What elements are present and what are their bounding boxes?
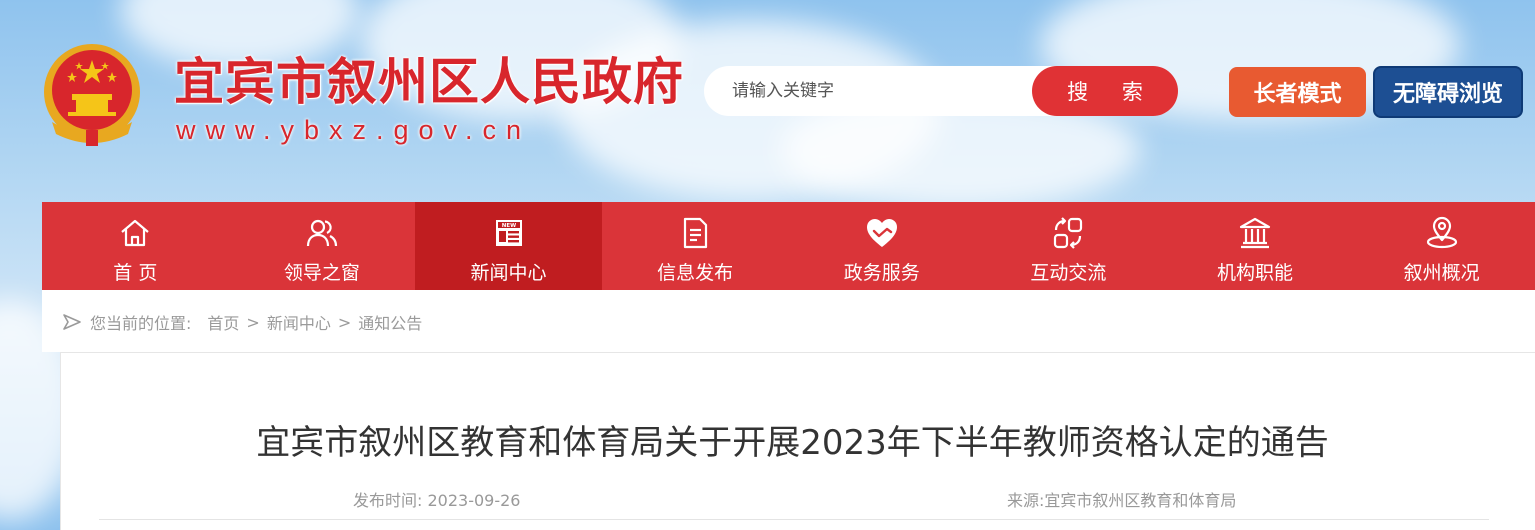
breadcrumb-bar: 您当前的位置: 首页 > 新闻中心 > 通知公告 [42, 290, 1535, 352]
breadcrumb: 您当前的位置: 首页 > 新闻中心 > 通知公告 [62, 310, 422, 334]
publish-date: 发布时间: 2023-09-26 [353, 487, 520, 511]
document-icon [684, 217, 708, 249]
nav-item-overview[interactable]: 叙州概况 [1348, 202, 1535, 290]
site-title: 宜宾市叙州区人民政府 [174, 53, 684, 111]
svg-text:NEW: NEW [501, 223, 515, 229]
breadcrumb-home[interactable]: 首页 [207, 310, 239, 334]
nav-label: 机构职能 [1217, 262, 1294, 284]
divider [99, 519, 1489, 520]
nav-label: 首 页 [113, 262, 158, 284]
nav-label: 信息发布 [657, 262, 734, 284]
article-source: 来源:宜宾市叙州区教育和体育局 [1007, 487, 1236, 511]
nav-item-info[interactable]: 信息发布 [602, 202, 789, 290]
nav-item-news[interactable]: NEW 新闻中心 [415, 202, 602, 290]
site-url: www.ybxz.gov.cn [176, 115, 532, 145]
nav-item-institutions[interactable]: 机构职能 [1162, 202, 1349, 290]
nav-item-home[interactable]: 首 页 [42, 202, 229, 290]
breadcrumb-news[interactable]: 新闻中心 [267, 310, 331, 334]
nav-label: 领导之窗 [283, 262, 360, 284]
nav-label: 新闻中心 [470, 262, 547, 284]
search-button[interactable]: 搜 索 [1032, 66, 1178, 116]
accessibility-button[interactable]: 无障碍浏览 [1373, 66, 1523, 118]
home-icon [121, 219, 150, 247]
source-value: 宜宾市叙州区教育和体育局 [1044, 491, 1237, 510]
people-icon [306, 219, 338, 247]
national-emblem-icon [42, 42, 142, 148]
heart-hands-icon [866, 219, 897, 247]
location-icon [1426, 216, 1457, 249]
search-input[interactable] [732, 78, 1022, 104]
publish-date-value: 2023-09-26 [427, 491, 521, 510]
breadcrumb-notices[interactable]: 通知公告 [358, 310, 422, 334]
nav-item-services[interactable]: 政务服务 [789, 202, 976, 290]
breadcrumb-lead: 您当前的位置: [90, 314, 192, 333]
publish-label: 发布时间: [353, 491, 423, 510]
breadcrumb-separator: > [246, 312, 260, 332]
search-box: 搜 索 [704, 66, 1178, 116]
article-panel: 宜宾市叙州区教育和体育局关于开展2023年下半年教师资格认定的通告 发布时间: … [60, 352, 1535, 530]
breadcrumb-separator: > [337, 312, 352, 332]
nav-label: 政务服务 [843, 262, 920, 284]
source-label: 来源: [1007, 491, 1045, 510]
exchange-icon [1054, 217, 1083, 249]
location-arrow-icon [63, 314, 81, 330]
article-title: 宜宾市叙州区教育和体育局关于开展2023年下半年教师资格认定的通告 [256, 423, 1329, 463]
nav-label: 互动交流 [1030, 262, 1107, 284]
nav-item-interaction[interactable]: 互动交流 [975, 202, 1162, 290]
nav-label: 叙州概况 [1403, 262, 1480, 284]
elder-mode-button[interactable]: 长者模式 [1229, 67, 1366, 117]
nav-item-leaders[interactable]: 领导之窗 [229, 202, 416, 290]
main-nav: 首 页 领导之窗 NEW 新闻中心 信息发布 政务服务 互动交流 机构职能 叙州… [42, 202, 1535, 290]
institution-icon [1239, 217, 1271, 249]
news-icon: NEW [495, 220, 522, 246]
